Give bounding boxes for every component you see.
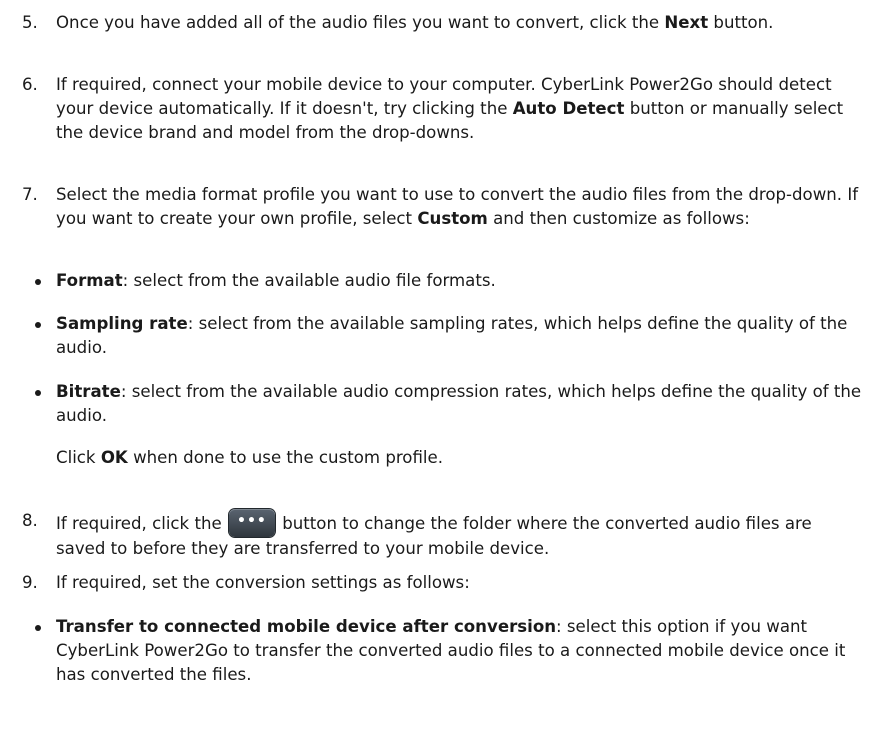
bold-term: Custom [417, 209, 488, 228]
step-number: 6. [22, 75, 38, 94]
bold-term: OK [100, 448, 128, 467]
step-text: If required, click the ••• button to cha… [56, 509, 866, 561]
more-options-button: ••• [228, 509, 275, 537]
step-text: Once you have added all of the audio fil… [56, 11, 866, 35]
note-text-part: when done to use the custom profile. [127, 448, 444, 467]
bullet-text: Bitrate: select from the available audio… [56, 380, 866, 428]
bold-term: Transfer to connected mobile device afte… [56, 617, 557, 636]
bullet-icon [35, 279, 41, 285]
bullet-text: Sampling rate: select from the available… [56, 312, 866, 360]
bold-term: Sampling rate [56, 314, 188, 333]
bold-term: Auto Detect [512, 99, 625, 118]
bold-term: Bitrate [56, 382, 121, 401]
step-text: If required, connect your mobile device … [56, 73, 866, 145]
bold-term: Format [56, 271, 123, 290]
step-number: 5. [22, 13, 38, 32]
step-text-part: Once you have added all of the audio fil… [56, 13, 665, 32]
step-text-part: button. [708, 13, 774, 32]
bullet-text: Transfer to connected mobile device afte… [56, 615, 866, 687]
step-number: 7. [22, 185, 38, 204]
step-text: If required, set the conversion settings… [56, 573, 470, 592]
bullet-icon [35, 390, 41, 396]
bullet-icon [35, 625, 41, 631]
step-text-part: If required, click the [56, 514, 227, 533]
bullet-text: Format: select from the available audio … [56, 269, 866, 293]
bullet-text-part: : select from the available audio compre… [56, 382, 862, 425]
step-text-part: and then customize as follows: [487, 209, 750, 228]
bullet-text-part: : select from the available audio file f… [122, 271, 496, 290]
step-number: 8. [22, 511, 38, 530]
note-text-part: Click [56, 448, 101, 467]
bullet-icon [35, 322, 41, 328]
step-text: Select the media format profile you want… [56, 183, 866, 231]
step-number: 9. [22, 573, 38, 592]
custom-profile-note: Click OK when done to use the custom pro… [56, 446, 866, 470]
ellipsis-icon: ••• [237, 513, 267, 529]
bold-term: Next [664, 13, 709, 32]
